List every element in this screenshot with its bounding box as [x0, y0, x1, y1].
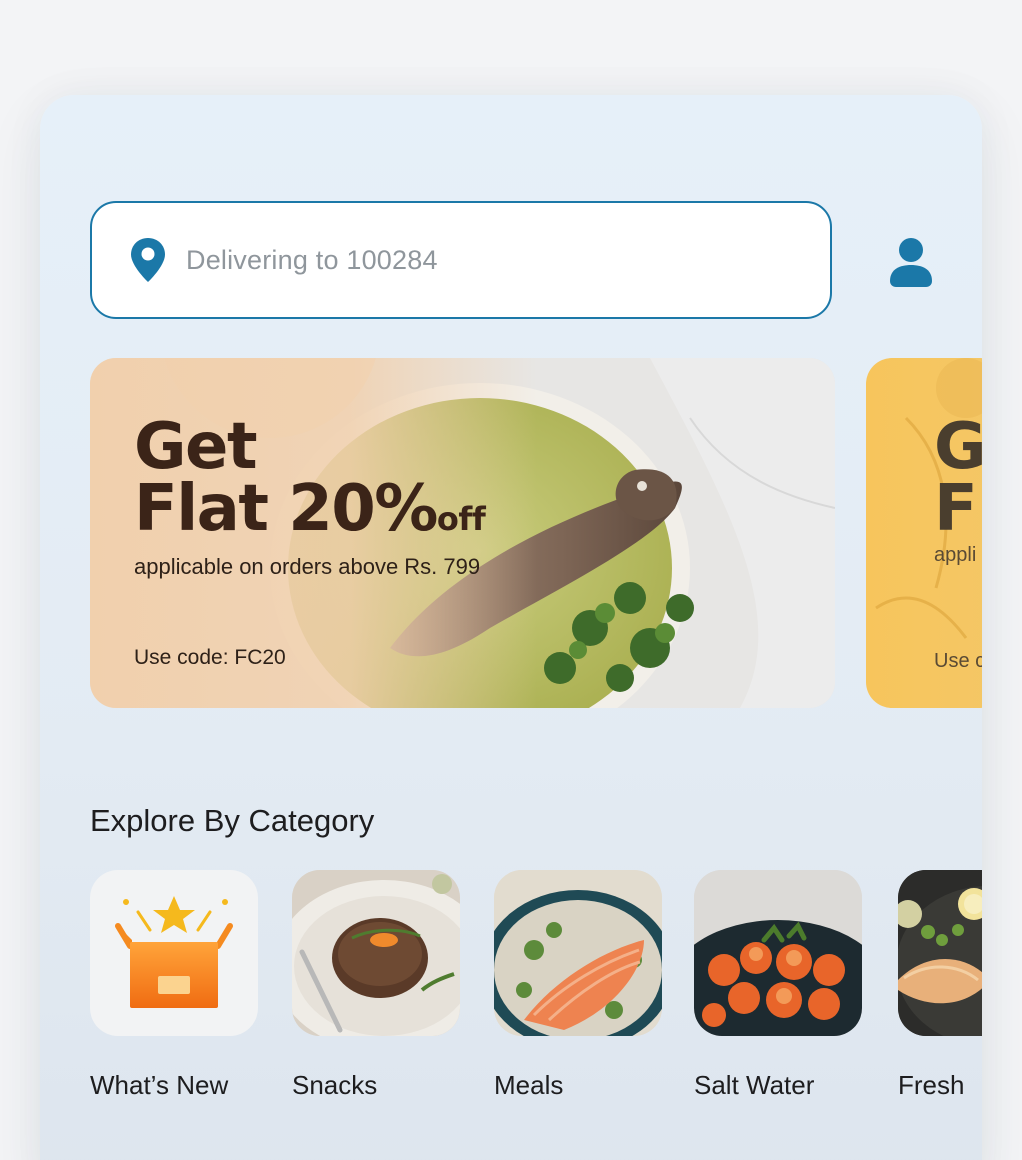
- promo-subtitle: applicable on orders above Rs. 799: [134, 554, 481, 579]
- user-icon[interactable]: [882, 233, 940, 291]
- category-tile: [494, 870, 662, 1036]
- promo-headline-line2: Flat 20%: [134, 472, 438, 546]
- category-fresh[interactable]: Fresh: [898, 870, 982, 1101]
- map-pin-icon: [131, 238, 165, 282]
- promo-headline: Get Flat 20%off: [134, 410, 486, 550]
- section-title: Explore By Category: [90, 803, 375, 838]
- shrimp-dish-image: [694, 870, 862, 1036]
- app-screen: Delivering to 100284 Get Flat 20%off app…: [40, 95, 982, 1160]
- category-tile: [898, 870, 982, 1036]
- promo-off-label: off: [436, 500, 486, 538]
- promo-2-headline-line1: G: [934, 410, 982, 484]
- promo-2-subtitle: appli: [934, 544, 977, 566]
- promo-2-headline: G Fl: [934, 410, 982, 546]
- promo-2-headline-line2: Fl: [934, 472, 982, 546]
- screen: Delivering to 100284 Get Flat 20%off app…: [0, 0, 1022, 1160]
- category-label: Meals: [494, 1070, 564, 1100]
- promo-2-code: Use c: [934, 650, 982, 672]
- category-snacks[interactable]: Snacks: [292, 870, 460, 1101]
- category-label: What’s New: [90, 1070, 229, 1100]
- salmon-bowl-image: [494, 870, 662, 1036]
- promo-headline-line1: Get: [134, 410, 258, 484]
- gift-box-icon: [115, 896, 233, 1008]
- category-label: Snacks: [292, 1070, 378, 1100]
- location-bar[interactable]: Delivering to 100284: [90, 201, 832, 319]
- promo-banner[interactable]: Get Flat 20%off applicable on orders abo…: [90, 358, 835, 708]
- steak-plate-image: [292, 870, 460, 1036]
- fish-pan-image: [898, 870, 982, 1036]
- category-tile: [90, 870, 258, 1036]
- category-whats-new[interactable]: What’s New: [90, 870, 258, 1101]
- promo-code: Use code: FC20: [134, 646, 286, 669]
- category-label: Fresh: [898, 1070, 965, 1100]
- category-salt-water[interactable]: Salt Water: [694, 870, 862, 1101]
- location-label: Delivering to 100284: [186, 244, 438, 275]
- promo-banner-2[interactable]: G Fl appli Use c: [866, 358, 982, 708]
- category-list: What’s New Snacks Meals Salt Water Fresh: [90, 870, 982, 1110]
- category-meals[interactable]: Meals: [494, 870, 662, 1101]
- category-tile: [694, 870, 862, 1036]
- category-tile: [292, 870, 460, 1036]
- category-label: Salt Water: [694, 1070, 815, 1100]
